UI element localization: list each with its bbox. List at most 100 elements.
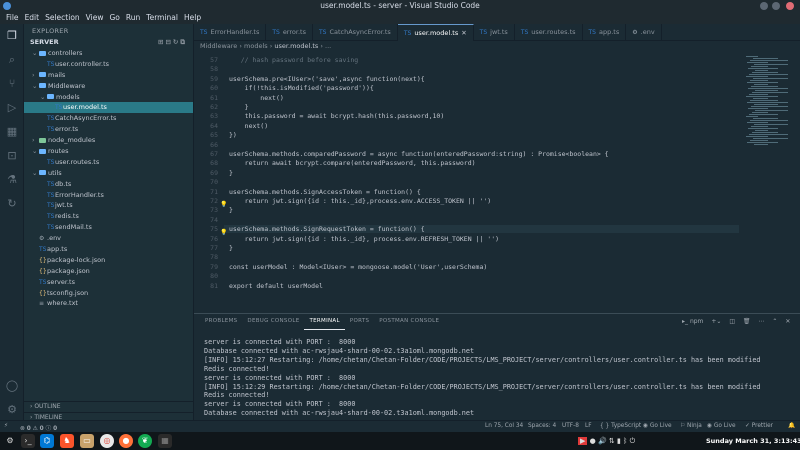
tree-item[interactable]: TSCatchAsyncError.ts — [24, 113, 193, 124]
menu-view[interactable]: View — [83, 12, 107, 24]
firefox-app-icon[interactable]: ● — [119, 434, 133, 448]
lightbulb-icon[interactable]: 💡 — [220, 229, 227, 236]
tab-error-ts[interactable]: TS error.ts — [266, 24, 313, 41]
close-tab-icon[interactable]: ✕ — [461, 25, 466, 41]
problems-indicator[interactable]: ⊗ 0 ⚠ 0 ⓘ 0 — [20, 423, 57, 432]
menu-file[interactable]: File — [3, 12, 22, 24]
tree-item[interactable]: TSuser.controller.ts — [24, 59, 193, 70]
code-line[interactable]: if(!this.isModified('password')){ — [229, 84, 374, 92]
account-icon[interactable]: ◯ — [4, 378, 20, 394]
kill-terminal-icon[interactable]: 🗑 — [743, 318, 751, 325]
language-mode[interactable]: { } TypeScript — [600, 423, 641, 429]
live-share-icon[interactable]: ↻ — [4, 196, 20, 212]
system-tray[interactable]: ▶ ● 🔊 ⇅ ▮ ᛒ ⏻ — [578, 437, 635, 446]
remote-icon[interactable]: ⊡ — [4, 148, 20, 164]
breadcrumb-file[interactable]: user.model.ts — [274, 42, 318, 50]
maximize-button[interactable] — [772, 2, 780, 10]
code-editor[interactable]: 57 // hash password before saving 58 59 use… — [194, 52, 742, 308]
breadcrumb-middleware[interactable]: Middleware — [200, 42, 237, 50]
menu-edit[interactable]: Edit — [22, 12, 43, 24]
tab-env[interactable]: ⚙ .env — [626, 24, 662, 41]
tab-ports[interactable]: PORTS — [345, 314, 374, 330]
clock[interactable]: Sunday March 31, 3:13:43 PM — [706, 437, 800, 445]
tab-app-ts[interactable]: TS app.ts — [583, 24, 627, 41]
minimize-button[interactable] — [760, 2, 768, 10]
code-line[interactable]: const userModel : Model<IUser> = mongoos… — [229, 263, 487, 271]
code-line[interactable]: return jwt.sign({id : this._id},process.… — [229, 197, 492, 205]
tree-item[interactable]: ⌄ Middleware — [24, 81, 193, 92]
tab-terminal[interactable]: TERMINAL — [304, 314, 345, 330]
tree-item[interactable]: TSuser.model.ts — [24, 102, 193, 114]
tree-item[interactable]: ≡ where.txt — [24, 298, 193, 309]
ninja-indicator[interactable]: ⚐ Ninja — [680, 423, 702, 429]
tab-errorhandler-ts[interactable]: TS ErrorHandler.ts — [194, 24, 267, 41]
breadcrumb-symbol[interactable]: ... — [325, 42, 331, 50]
close-panel-icon[interactable]: ✕ — [785, 318, 790, 325]
indentation[interactable]: Spaces: 4 — [528, 423, 556, 429]
tab-problems[interactable]: PROBLEMS — [200, 314, 242, 330]
tray-battery-icon[interactable]: ▮ — [617, 437, 621, 445]
menu-selection[interactable]: Selection — [42, 12, 83, 24]
tree-item[interactable]: TSapp.ts — [24, 244, 193, 255]
new-terminal-button[interactable]: +⌄ — [711, 318, 721, 325]
code-line[interactable]: } — [229, 244, 233, 252]
code-line[interactable]: } — [229, 103, 249, 111]
tree-item[interactable]: ⌄ utils — [24, 168, 193, 179]
code-line[interactable]: return await bcrypt.compare(enteredPassw… — [229, 159, 476, 167]
chrome-app-icon[interactable]: ◎ — [100, 434, 114, 448]
tree-item[interactable]: ⚙ .env — [24, 233, 193, 244]
tree-item[interactable]: TSerror.ts — [24, 124, 193, 135]
run-debug-icon[interactable]: ▷ — [4, 100, 20, 116]
code-line[interactable]: userSchema.methods.comparedPassword = as… — [229, 150, 609, 158]
menu-help[interactable]: Help — [181, 12, 204, 24]
code-line[interactable]: return jwt.sign({id : this._id}, process… — [229, 235, 499, 243]
remote-indicator-icon[interactable]: ⚡ — [4, 423, 8, 429]
tab-catchasyncerror-ts[interactable]: TS CatchAsyncError.ts — [313, 24, 398, 41]
minimap[interactable] — [742, 52, 800, 308]
go-live-button[interactable]: ◉ Go Live — [643, 423, 672, 429]
settings-icon[interactable]: ⚙ — [4, 402, 20, 418]
tree-item[interactable]: › mails — [24, 70, 193, 81]
tray-record-icon[interactable]: ▶ — [578, 437, 588, 445]
outline-section[interactable]: › OUTLINE — [24, 401, 194, 411]
go-live-button-2[interactable]: ◉ Go Live — [707, 423, 736, 429]
tray-volume-icon[interactable]: 🔊 — [598, 437, 607, 445]
tree-item[interactable]: ⌄ routes — [24, 146, 193, 157]
notifications-icon[interactable]: 🔔 — [788, 423, 795, 429]
tab-jwt-ts[interactable]: TS jwt.ts — [474, 24, 515, 41]
explorer-actions[interactable]: ⊞⊟↻⧉ — [158, 38, 187, 46]
tab-debug-console[interactable]: DEBUG CONSOLE — [242, 314, 304, 330]
vscode-app-icon[interactable]: ⌬ — [40, 434, 54, 448]
menu-terminal[interactable]: Terminal — [143, 12, 181, 24]
tree-item[interactable]: {}package-lock.json — [24, 255, 193, 266]
tree-item[interactable]: ⌄ controllers — [24, 48, 193, 59]
more-actions-icon[interactable]: ⋯ — [758, 318, 764, 325]
tray-power-icon[interactable]: ⏻ — [630, 437, 636, 445]
brave-app-icon[interactable]: ♞ — [60, 434, 74, 448]
tree-item[interactable]: TSserver.ts — [24, 277, 193, 288]
tree-item[interactable]: ⌄ models — [24, 92, 193, 103]
menu-go[interactable]: Go — [106, 12, 122, 24]
tree-item[interactable]: TSjwt.ts — [24, 200, 193, 211]
lightbulb-icon[interactable]: 💡 — [220, 201, 227, 208]
mongodb-compass-app-icon[interactable]: ❦ — [138, 434, 152, 448]
terminal-app-icon[interactable]: ›_ — [21, 434, 35, 448]
tree-item[interactable]: TSsendMail.ts — [24, 222, 193, 233]
breadcrumb-models[interactable]: models — [244, 42, 268, 50]
encoding[interactable]: UTF-8 — [562, 423, 579, 429]
tab-user-model-ts[interactable]: TS user.model.ts ✕ — [397, 24, 474, 41]
tree-item[interactable]: TSredis.ts — [24, 211, 193, 222]
code-line[interactable]: } — [229, 169, 233, 177]
maximize-panel-icon[interactable]: ⌃ — [772, 318, 777, 325]
menu-run[interactable]: Run — [123, 12, 143, 24]
prettier-indicator[interactable]: ✓ Prettier — [745, 423, 773, 429]
source-control-icon[interactable]: ⑂ — [4, 76, 20, 92]
cursor-position[interactable]: Ln 75, Col 34 — [485, 423, 523, 429]
app-menu-icon[interactable]: ⚙ — [3, 434, 17, 448]
split-terminal-icon[interactable]: ◫ — [729, 318, 735, 325]
code-line[interactable]: next() — [229, 122, 269, 130]
files-icon[interactable]: ❐ — [4, 28, 20, 44]
eol[interactable]: LF — [585, 423, 592, 429]
tree-item[interactable]: TSErrorHandler.ts — [24, 190, 193, 201]
code-line[interactable]: userSchema.methods.SignRequestToken = fu… — [224, 225, 739, 234]
